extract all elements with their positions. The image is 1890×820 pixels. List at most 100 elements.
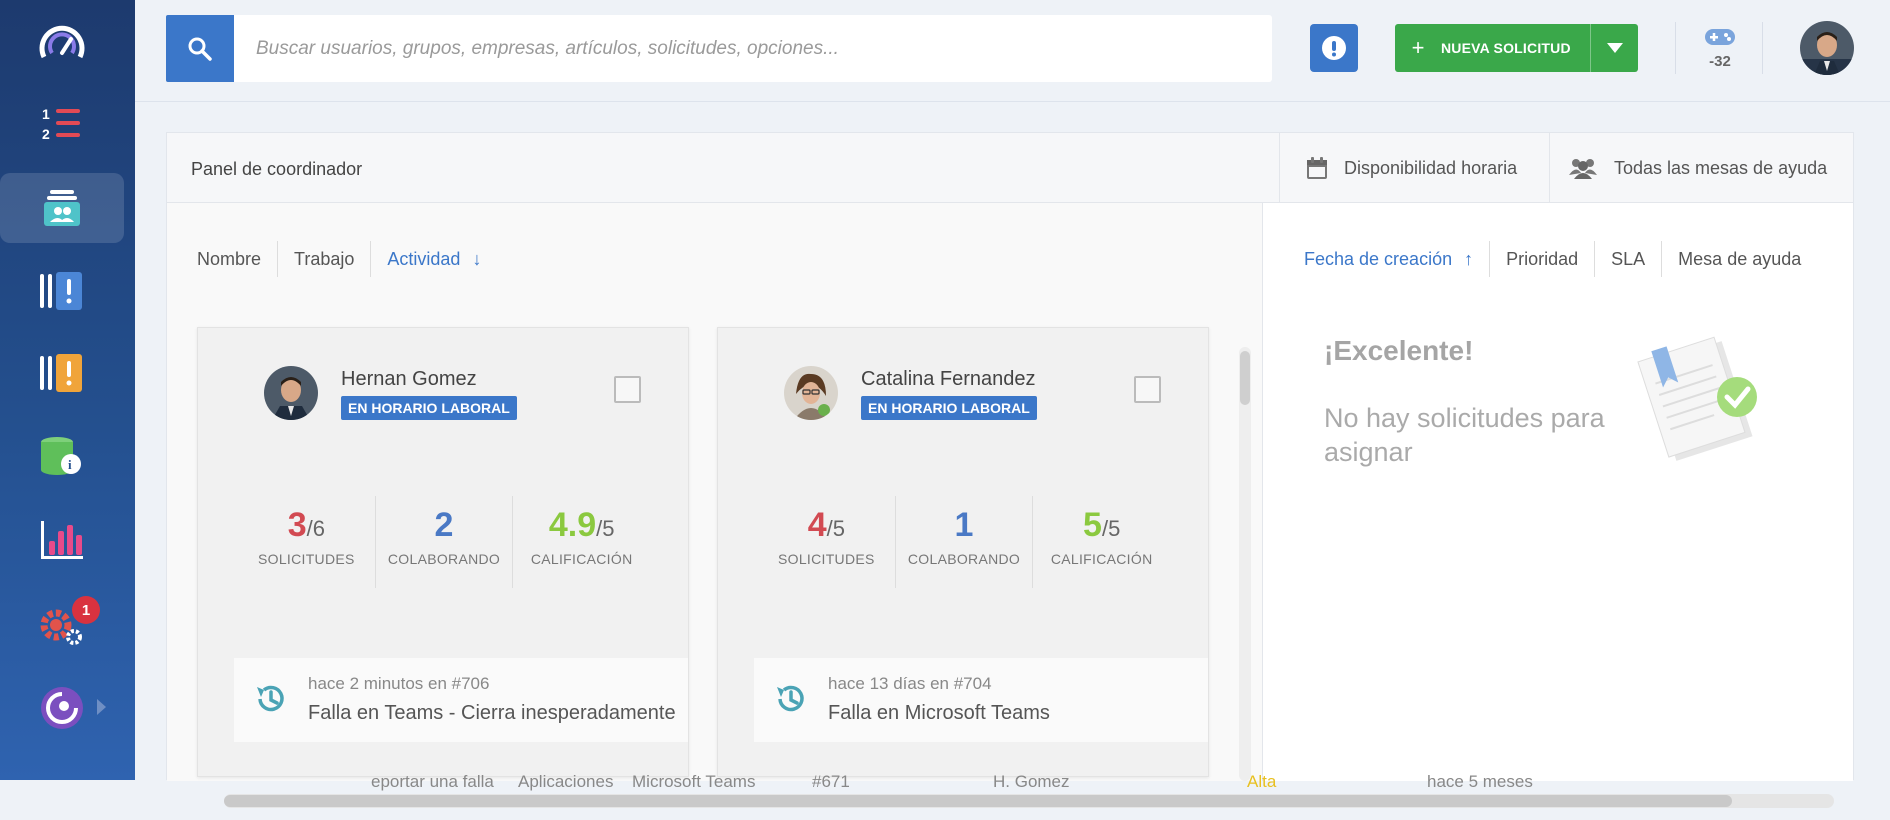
stat-requests-value: 3	[287, 506, 307, 544]
agent-stats: 4/5 SOLICITUDES 1 COLABORANDO 5/5 CALIFI…	[758, 496, 1170, 588]
sort-by-activity[interactable]: Actividad ↓	[370, 241, 497, 277]
tab-all-helpdesks-label: Todas las mesas de ayuda	[1614, 157, 1828, 178]
sidebar-item-settings[interactable]: 1	[0, 590, 124, 660]
stat-rating-label: CALIFICACIÓN	[1050, 551, 1153, 567]
search-button[interactable]	[166, 15, 234, 82]
history-icon	[777, 685, 804, 712]
sidebar-item-brand[interactable]	[0, 673, 124, 743]
sort-by-name[interactable]: Nombre	[197, 241, 277, 277]
avatar-portrait-icon	[1800, 21, 1854, 75]
alert-button[interactable]	[1310, 24, 1358, 72]
bar-chart-icon	[41, 521, 83, 559]
activity-subject: Falla en Teams - Cierra inesperadamente	[308, 702, 676, 724]
gamification-points[interactable]: -32	[1700, 28, 1740, 70]
sort-by-created[interactable]: Fecha de creación ↑	[1304, 241, 1489, 277]
last-activity[interactable]: hace 2 minutos en #706 Falla en Teams - …	[234, 658, 688, 742]
stat-collaborating: 2 COLABORANDO	[374, 496, 513, 588]
settings-badge: 1	[72, 596, 100, 624]
activity-time: hace 2 minutos en #706	[308, 674, 490, 693]
points-value: -32	[1709, 53, 1731, 70]
page-title: Panel de coordinador	[191, 159, 363, 179]
status-badge: EN HORARIO LABORAL	[341, 396, 517, 420]
panel-header: Panel de coordinador Disponibilidad hora…	[167, 133, 1853, 203]
brand-logo-icon	[41, 687, 83, 729]
arrow-up-icon: ↑	[1464, 249, 1474, 269]
search-input[interactable]	[234, 15, 1272, 82]
stat-rating-label: CALIFICACIÓN	[530, 551, 633, 567]
select-checkbox[interactable]	[1134, 376, 1161, 403]
sidebar: 1 2 i 1	[0, 0, 135, 780]
users-group-icon	[1569, 159, 1597, 179]
sidebar-item-coordinator[interactable]	[0, 173, 124, 243]
stat-collaborating-label: COLABORANDO	[387, 551, 501, 567]
activity-time: hace 13 días en #704	[828, 674, 992, 693]
activity-subject: Falla en Microsoft Teams	[828, 702, 1050, 724]
new-request-button[interactable]: + NUEVA SOLICITUD	[1395, 24, 1638, 72]
stat-requests-label: SOLICITUDES	[258, 551, 355, 567]
unassigned-pane: Fecha de creación ↑ Prioridad SLA Mesa de…	[1264, 203, 1853, 781]
stat-rating: 5/5 CALIFICACIÓN	[1032, 496, 1170, 588]
stat-rating-total: /5	[1101, 516, 1121, 541]
team-board-icon	[44, 190, 80, 226]
sort-by-activity-label: Actividad	[387, 249, 461, 269]
coordinator-panel: Panel de coordinador Disponibilidad hora…	[166, 132, 1854, 781]
sidebar-item-warnings[interactable]	[0, 338, 124, 408]
stat-requests: 3/6 SOLICITUDES	[238, 496, 375, 588]
agent-avatar	[784, 366, 838, 420]
sort-by-priority[interactable]: Prioridad	[1489, 241, 1594, 277]
gamepad-icon	[1705, 29, 1735, 45]
sidebar-item-list[interactable]: 1 2	[0, 88, 124, 158]
stat-collaborating: 1 COLABORANDO	[894, 496, 1033, 588]
sort-by-sla[interactable]: SLA	[1594, 241, 1661, 277]
row-id: #671	[812, 772, 850, 791]
expand-caret-icon[interactable]	[97, 699, 106, 715]
scrollbar-thumb[interactable]	[224, 795, 1732, 807]
horizontal-scrollbar[interactable]	[224, 794, 1834, 808]
sidebar-item-dashboard[interactable]	[0, 8, 124, 78]
user-avatar[interactable]	[1800, 21, 1854, 75]
sort-by-helpdesk[interactable]: Mesa de ayuda	[1661, 241, 1817, 277]
new-request-dropdown[interactable]	[1590, 24, 1638, 72]
stat-collaborating-label: COLABORANDO	[907, 551, 1021, 567]
status-badge: EN HORARIO LABORAL	[861, 396, 1037, 420]
search-icon	[188, 37, 212, 61]
tab-availability[interactable]: Disponibilidad horaria	[1279, 133, 1549, 203]
stat-requests: 4/5 SOLICITUDES	[758, 496, 895, 588]
exclamation-icon	[1322, 36, 1346, 60]
new-request-label: NUEVA SOLICITUD	[1441, 40, 1571, 56]
sidebar-item-assets[interactable]: i	[0, 422, 124, 492]
stat-requests-label: SOLICITUDES	[778, 551, 875, 567]
agents-scrollbar[interactable]	[1239, 347, 1251, 781]
arrow-down-icon: ↓	[472, 249, 482, 269]
last-activity[interactable]: hace 13 días en #704 Falla en Microsoft …	[754, 658, 1208, 742]
select-checkbox[interactable]	[614, 376, 641, 403]
tab-all-helpdesks[interactable]: Todas las mesas de ayuda	[1549, 133, 1853, 203]
sort-by-work[interactable]: Trabajo	[277, 241, 370, 277]
row-path-2: Microsoft Teams	[632, 772, 756, 791]
toolbar-divider	[1762, 22, 1763, 74]
agent-stats: 3/6 SOLICITUDES 2 COLABORANDO 4.9/5 CALI…	[238, 496, 650, 588]
document-check-icon	[1637, 336, 1757, 461]
empty-state-message: No hay solicitudes para asignar	[1324, 403, 1605, 467]
agent-name: Hernan Gomez	[341, 368, 477, 390]
agent-card[interactable]: Hernan Gomez EN HORARIO LABORAL 3/6 SOLI…	[197, 327, 689, 777]
agent-avatar	[264, 366, 318, 420]
calendar-icon	[1307, 157, 1327, 179]
agent-card[interactable]: Catalina Fernandez EN HORARIO LABORAL 4/…	[717, 327, 1209, 777]
plus-icon: +	[1411, 35, 1425, 60]
requests-sort-bar: Fecha de creación ↑ Prioridad SLA Mesa de…	[1304, 241, 1817, 277]
svg-text:2: 2	[42, 126, 50, 142]
history-icon	[257, 685, 284, 712]
row-path-0: eportar una falla	[371, 772, 494, 791]
sidebar-item-reports[interactable]	[0, 505, 124, 575]
sidebar-item-incidents[interactable]	[0, 256, 124, 326]
agent-name: Catalina Fernandez	[861, 368, 1036, 390]
speedometer-icon	[39, 25, 85, 59]
stat-rating-value: 4.9	[548, 506, 597, 544]
warning-alert-icon	[40, 354, 82, 392]
scrollbar-thumb[interactable]	[1240, 351, 1250, 405]
stat-rating: 4.9/5 CALIFICACIÓN	[512, 496, 650, 588]
stat-rating-total: /5	[596, 516, 615, 541]
stat-requests-total: /6	[306, 516, 325, 541]
stat-collaborating-value: 2	[434, 506, 454, 544]
